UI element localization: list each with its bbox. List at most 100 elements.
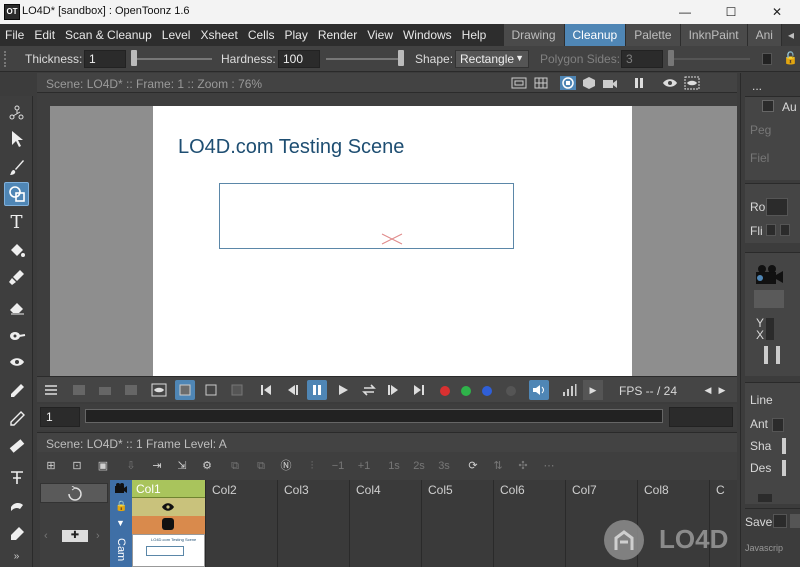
compare-icon[interactable]	[121, 380, 141, 400]
last-frame-icon[interactable]	[409, 380, 429, 400]
selection-tool-icon[interactable]	[4, 127, 29, 151]
pen-tool-icon[interactable]	[4, 522, 29, 546]
control-point-editor-icon[interactable]	[4, 407, 29, 431]
geometric-tool-icon[interactable]	[4, 182, 29, 206]
reframe-bars-icon[interactable]: ⫶	[304, 458, 320, 474]
options-more-icon[interactable]	[762, 53, 772, 65]
loop-icon[interactable]	[359, 380, 379, 400]
hardness-slider-knob[interactable]	[398, 50, 404, 66]
camera-view-icon[interactable]	[602, 76, 618, 90]
vertical-ruler[interactable]	[37, 106, 50, 376]
menu-xsheet[interactable]: Xsheet	[195, 24, 242, 46]
menu-render[interactable]: Render	[313, 24, 362, 46]
first-frame-icon[interactable]	[256, 380, 276, 400]
paint-brush-tool-icon[interactable]	[4, 265, 29, 289]
black-bg-icon[interactable]	[227, 380, 247, 400]
minimize-button[interactable]: —	[662, 0, 708, 24]
load-level-icon[interactable]: ⇥	[149, 458, 165, 474]
tape-tool-icon[interactable]	[4, 323, 29, 347]
increment-icon[interactable]: ⋯	[541, 458, 557, 474]
menu-cells[interactable]: Cells	[243, 24, 280, 46]
camera-toggle-button[interactable]	[40, 483, 108, 503]
frame-icon[interactable]	[69, 380, 89, 400]
add-camera-icon[interactable]: ✚	[62, 530, 88, 542]
menu-help[interactable]: Help	[457, 24, 492, 46]
tab-scroll-left-icon[interactable]: ◂	[780, 24, 800, 46]
tab-inknpaint[interactable]: InknPaint	[679, 24, 747, 46]
camstand-icon[interactable]	[114, 483, 128, 495]
preview-pause-icon[interactable]	[631, 76, 647, 90]
frame-slider[interactable]	[85, 409, 663, 423]
fps-arrow-icon[interactable]: ▶	[583, 380, 603, 400]
checkerboard-bg-icon[interactable]	[175, 380, 195, 400]
rgb-picker-tool-icon[interactable]	[4, 379, 29, 403]
green-channel-icon[interactable]	[461, 386, 471, 396]
col1-header[interactable]: Col1	[132, 480, 205, 498]
3d-view-icon[interactable]	[581, 76, 597, 90]
rotate-field[interactable]	[766, 198, 788, 216]
grid-icon[interactable]	[533, 76, 549, 90]
safe-area-icon[interactable]	[511, 76, 527, 90]
animate-tool-icon[interactable]	[4, 100, 29, 124]
menu-view[interactable]: View	[362, 24, 398, 46]
brush-tool-icon[interactable]	[4, 155, 29, 179]
sub-camera-preview-icon[interactable]	[684, 76, 700, 90]
maximize-button[interactable]: ☐	[708, 0, 754, 24]
right-panel-menu[interactable]: ...	[752, 79, 762, 93]
tab-ani[interactable]: Ani	[746, 24, 781, 46]
sharpness-slider[interactable]	[782, 438, 786, 454]
shape-select[interactable]: Rectangle ▼	[455, 50, 529, 68]
column-col6[interactable]: Col6	[493, 480, 565, 567]
menu-scan-cleanup[interactable]: Scan & Cleanup	[60, 24, 157, 46]
type-tool-icon[interactable]: T	[4, 210, 29, 234]
more-settings-field[interactable]	[758, 494, 772, 502]
flip-v-checkbox[interactable]	[780, 224, 790, 236]
horizontal-ruler[interactable]	[37, 93, 737, 106]
clone-icon[interactable]: ⧉	[253, 458, 269, 474]
menu-edit[interactable]: Edit	[29, 24, 60, 46]
lock-column-icon[interactable]: 🔒	[115, 501, 127, 512]
col1-preview-toggle[interactable]	[132, 498, 205, 516]
xy-slider-2[interactable]	[776, 346, 780, 364]
polygon-sides-slider[interactable]	[670, 58, 750, 60]
sound-icon[interactable]	[529, 380, 549, 400]
menu-play[interactable]: Play	[279, 24, 312, 46]
hardness-slider-track[interactable]	[326, 58, 404, 60]
eraser-tool-icon[interactable]	[4, 295, 29, 319]
thickness-field[interactable]: 1	[84, 50, 126, 68]
menu-windows[interactable]: Windows	[398, 24, 457, 46]
toolbar-expand-icon[interactable]: »	[4, 548, 29, 564]
fps-increase-icon[interactable]: ▶	[715, 380, 729, 400]
style-picker-tool-icon[interactable]	[4, 350, 29, 374]
auto-checkbox[interactable]	[762, 100, 774, 112]
new-raster-level-icon[interactable]: ▣	[95, 458, 111, 474]
column-col5[interactable]: Col5	[421, 480, 493, 567]
polygon-sides-knob[interactable]	[668, 50, 674, 66]
hand-tool-icon[interactable]	[4, 494, 29, 518]
preview-eye-icon[interactable]	[662, 76, 678, 90]
alpha-channel-icon[interactable]	[506, 386, 516, 396]
column-col3[interactable]: Col3	[277, 480, 349, 567]
random-icon[interactable]: ✣	[515, 458, 531, 474]
camera-stand-icon[interactable]	[560, 76, 576, 90]
lock-icon[interactable]: 🔓	[783, 51, 798, 65]
new-toonz-raster-level-icon[interactable]: ⊡	[69, 458, 85, 474]
next-frame-icon[interactable]	[384, 380, 404, 400]
frame-slider-end-field[interactable]	[669, 407, 733, 427]
step-plus-icon[interactable]: +1	[356, 458, 372, 474]
duplicate-icon[interactable]: ⧉	[227, 458, 243, 474]
column-col1[interactable]: 🔒 ▼ Cam Col1 LO4D.com Testing Scene	[110, 480, 205, 567]
prev-frame-icon[interactable]	[282, 380, 302, 400]
frame-field[interactable]: 1	[40, 407, 80, 427]
fps-decrease-icon[interactable]: ◀	[701, 380, 715, 400]
xy-field[interactable]	[766, 318, 774, 340]
export-icon[interactable]: ⇲	[174, 458, 190, 474]
skeleton-tool-icon[interactable]	[4, 466, 29, 490]
scene-rectangle[interactable]	[219, 183, 514, 249]
column-col2[interactable]: Col2	[205, 480, 277, 567]
reverse-icon[interactable]: ⟳	[465, 458, 481, 474]
camera-next-icon[interactable]: ›	[96, 530, 100, 542]
snapshot-icon[interactable]	[95, 380, 115, 400]
close-button[interactable]: ✕	[754, 0, 800, 24]
despeckling-slider[interactable]	[782, 460, 786, 476]
